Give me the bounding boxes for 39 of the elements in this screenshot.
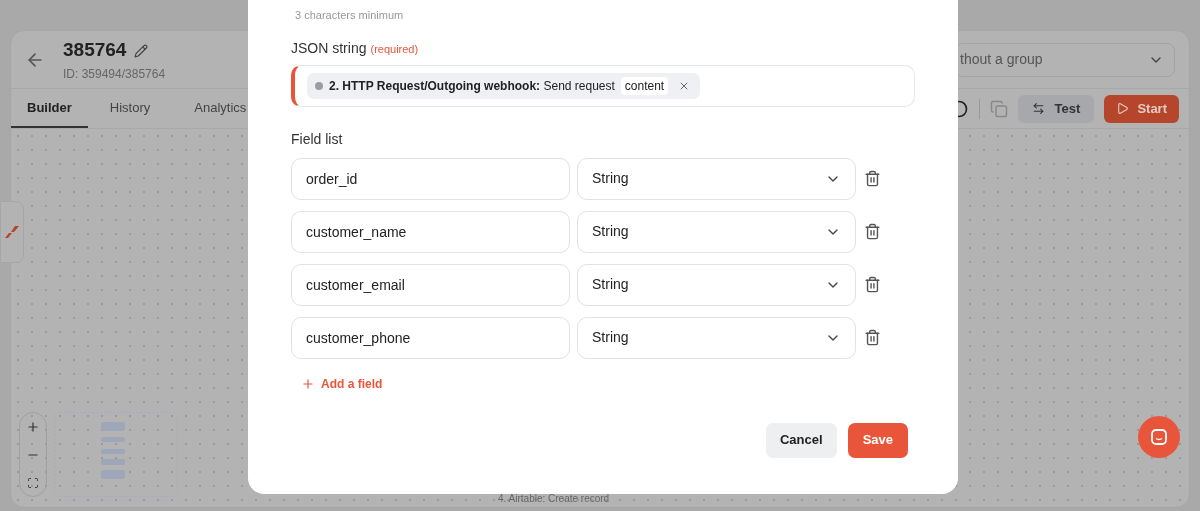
node-label: 4. Airtable: Create record	[498, 492, 610, 506]
chip-text: 2. HTTP Request/Outgoing webhook: Send request	[329, 77, 615, 95]
tab[interactable]: History	[87, 89, 173, 128]
chip-tag: content	[620, 76, 669, 95]
field-name-input[interactable]: customer_name	[291, 210, 570, 253]
tab[interactable]: Builder	[11, 89, 88, 128]
field-label: JSON string	[291, 38, 367, 58]
start-button[interactable]: Start	[1104, 94, 1179, 123]
delete-button[interactable]	[864, 223, 881, 240]
scenario-id: ID: 359494/385764	[63, 65, 166, 83]
hint-text: 3 characters minimum	[294, 8, 405, 23]
tab[interactable]: Analytics	[172, 89, 269, 128]
field-list-label: Field list	[291, 129, 344, 149]
type-select[interactable]: String	[577, 210, 856, 253]
logo-icon	[5, 226, 19, 238]
edit-icon[interactable]	[134, 43, 149, 58]
type-select[interactable]: String	[577, 316, 856, 359]
field-name-input[interactable]: customer_phone	[291, 316, 570, 359]
type-select[interactable]: String	[577, 263, 856, 306]
field-name-input[interactable]: order_id	[291, 157, 570, 200]
fit-view-icon[interactable]	[27, 476, 39, 489]
variable-chip[interactable]: 2. HTTP Request/Outgoing webhook: Send request content	[307, 72, 701, 99]
save-button[interactable]: Save	[847, 422, 908, 458]
play-icon	[1116, 102, 1130, 115]
scenario-title: 385764	[63, 38, 127, 63]
delete-button[interactable]	[864, 170, 881, 187]
zoom-in-icon[interactable]	[26, 420, 40, 435]
delete-button[interactable]	[864, 329, 881, 346]
swap-arrows-icon	[1031, 102, 1045, 115]
plus-icon	[301, 376, 315, 391]
required-note: (required)	[370, 41, 419, 57]
field-name-input[interactable]: customer_email	[291, 263, 570, 306]
add-field-button[interactable]: Add a field	[291, 374, 383, 393]
chat-icon	[1150, 428, 1168, 446]
delete-button[interactable]	[864, 276, 881, 293]
test-button[interactable]: Test	[1017, 94, 1095, 123]
json-input-field[interactable]: 2. HTTP Request/Outgoing webhook: Send request content	[291, 64, 915, 107]
type-select[interactable]: String	[577, 157, 856, 200]
cancel-button[interactable]: Cancel	[766, 422, 837, 458]
